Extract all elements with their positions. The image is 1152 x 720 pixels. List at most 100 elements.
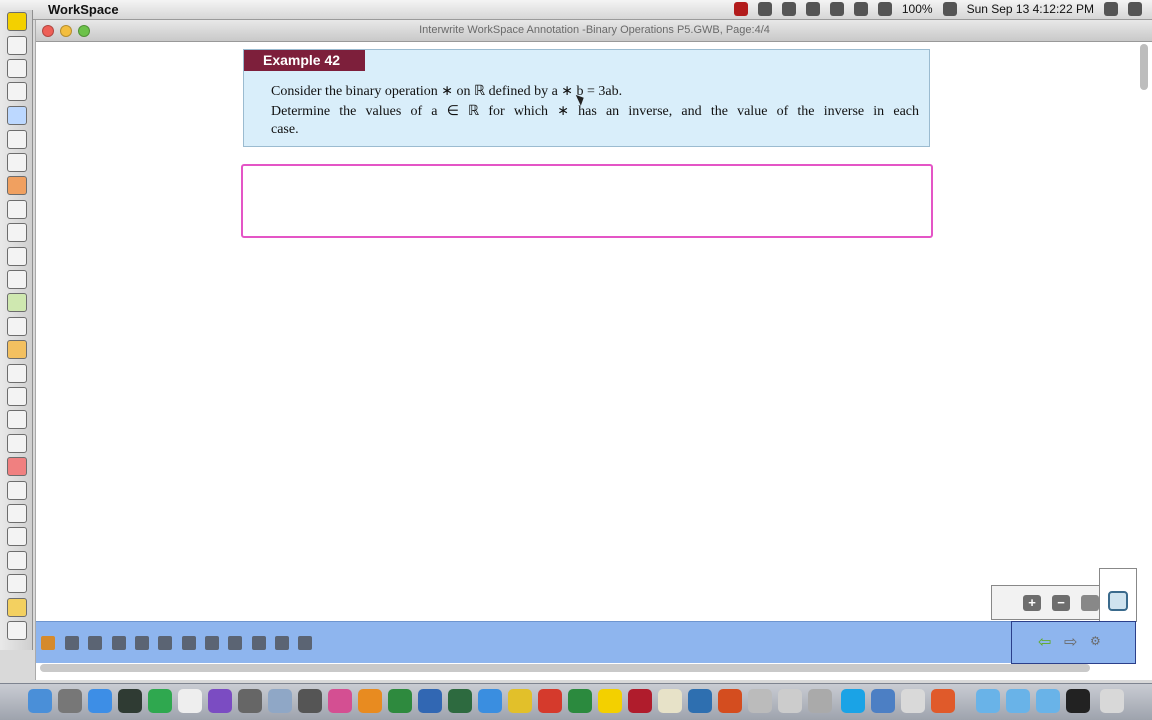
fill-icon[interactable]	[182, 636, 196, 650]
finder-icon[interactable]	[28, 689, 52, 713]
bell-icon[interactable]	[7, 598, 27, 617]
spotlight-search-icon[interactable]	[1104, 2, 1118, 16]
copy-page-icon[interactable]	[7, 247, 27, 266]
notification-list-icon[interactable]	[1128, 2, 1142, 16]
battery-status[interactable]: 100%	[902, 2, 933, 16]
help-icon[interactable]	[748, 689, 772, 713]
page-options-icon[interactable]: ⚙	[1090, 634, 1101, 648]
stamp-icon[interactable]	[275, 636, 289, 650]
chrome-icon[interactable]	[508, 689, 532, 713]
user-icon[interactable]	[7, 551, 27, 570]
edit-icon[interactable]	[205, 636, 219, 650]
text-recognition-icon[interactable]	[7, 270, 27, 289]
activity-monitor-icon[interactable]	[118, 689, 142, 713]
preview-icon[interactable]	[268, 689, 292, 713]
app-menu-name[interactable]: WorkSpace	[48, 2, 119, 17]
page-sorter-icon[interactable]	[7, 340, 27, 359]
fit-page-button[interactable]	[1081, 595, 1099, 611]
alert-icon[interactable]	[757, 2, 772, 16]
itunes-icon[interactable]	[328, 689, 352, 713]
screen-capture-icon[interactable]	[7, 364, 27, 383]
example-line-2: Determine the values of a ∈ ℝ for which …	[271, 104, 919, 119]
close-tool-icon[interactable]	[7, 457, 27, 476]
quicktime-icon[interactable]	[688, 689, 712, 713]
sync-icon	[1108, 591, 1128, 611]
skype-icon[interactable]	[841, 689, 865, 713]
launchpad-icon[interactable]	[58, 689, 82, 713]
acrobat-icon[interactable]	[538, 689, 562, 713]
next-page-icon[interactable]	[7, 317, 27, 336]
minimize-toolbar-icon[interactable]	[7, 36, 27, 55]
graphing-icon[interactable]	[238, 689, 262, 713]
word-icon[interactable]	[418, 689, 442, 713]
shape-icon[interactable]	[112, 636, 126, 650]
mouse-mode-icon[interactable]	[7, 82, 27, 101]
select-arrow-icon[interactable]	[7, 106, 27, 125]
previous-page-arrow-icon[interactable]: ⇦	[1038, 632, 1051, 652]
grid-icon[interactable]	[7, 387, 27, 406]
vertical-scroll-thumb[interactable]	[1140, 44, 1148, 90]
camera-icon[interactable]	[7, 434, 27, 453]
new-page-icon[interactable]	[7, 223, 27, 242]
stethoscope-icon[interactable]	[628, 689, 652, 713]
utility-icon[interactable]	[808, 689, 832, 713]
gallery-icon[interactable]	[7, 527, 27, 546]
keyboard-icon[interactable]	[7, 621, 27, 640]
workspace-dock-icon[interactable]	[598, 689, 622, 713]
ellipse-icon[interactable]	[158, 636, 172, 650]
notes-icon[interactable]	[658, 689, 682, 713]
powerpoint-icon[interactable]	[718, 689, 742, 713]
figure-icon[interactable]	[88, 636, 102, 650]
photo-icon[interactable]	[901, 689, 925, 713]
import-icon[interactable]	[7, 574, 27, 593]
highlighter-icon[interactable]	[7, 153, 27, 172]
save-icon[interactable]	[7, 410, 27, 429]
link-icon[interactable]	[7, 481, 27, 500]
next-page-arrow-icon[interactable]: ⇨	[1064, 632, 1077, 652]
ibooks-icon[interactable]	[358, 689, 382, 713]
volume-icon[interactable]	[853, 2, 868, 16]
line-icon[interactable]	[228, 636, 242, 650]
rectangle-icon[interactable]	[135, 636, 149, 650]
answer-box[interactable]	[241, 164, 933, 238]
arrow-tool-icon[interactable]	[252, 636, 266, 650]
workspace-logo-icon[interactable]	[7, 12, 27, 31]
bluetooth-icon[interactable]	[829, 2, 844, 16]
horizontal-scrollbar[interactable]	[40, 664, 1090, 672]
flag-icon[interactable]	[65, 636, 79, 650]
pen-icon[interactable]	[7, 130, 27, 149]
system-icon[interactable]	[178, 689, 202, 713]
safari-icon[interactable]	[478, 689, 502, 713]
clock-icon[interactable]	[7, 59, 27, 78]
applications-folder-icon[interactable]	[976, 689, 1000, 713]
camtasia-icon[interactable]	[568, 689, 592, 713]
settings-app-icon[interactable]	[871, 689, 895, 713]
zoom-in-button[interactable]: +	[1023, 595, 1041, 611]
terminal-icon[interactable]	[1066, 689, 1090, 713]
previous-page-icon[interactable]	[7, 293, 27, 312]
excel-icon[interactable]	[388, 689, 412, 713]
sync-button[interactable]	[1099, 568, 1137, 622]
blank-page-icon[interactable]	[7, 200, 27, 219]
math-tools-icon[interactable]	[7, 504, 27, 523]
tools-icon[interactable]	[805, 2, 820, 16]
wifi-icon[interactable]	[877, 2, 892, 16]
documents-folder-icon[interactable]	[1006, 689, 1030, 713]
export-icon[interactable]	[298, 636, 312, 650]
eraser-icon[interactable]	[7, 176, 27, 195]
system-preferences-icon[interactable]	[298, 689, 322, 713]
clock[interactable]: Sun Sep 13 4:12:22 PM	[967, 2, 1094, 16]
zoom-out-button[interactable]: −	[1052, 595, 1070, 611]
trash-icon[interactable]	[1100, 689, 1124, 713]
gear-icon[interactable]	[781, 2, 796, 16]
facetime-icon[interactable]	[148, 689, 172, 713]
downloads-folder-icon[interactable]	[1036, 689, 1060, 713]
draw-palette-icon[interactable]	[41, 636, 55, 650]
app-store-icon[interactable]	[88, 689, 112, 713]
firefox-icon[interactable]	[931, 689, 955, 713]
star-icon[interactable]	[208, 689, 232, 713]
vertical-scrollbar[interactable]	[1140, 44, 1148, 634]
numbers-icon[interactable]	[448, 689, 472, 713]
record-icon[interactable]	[733, 2, 748, 16]
cube-icon[interactable]	[778, 689, 802, 713]
